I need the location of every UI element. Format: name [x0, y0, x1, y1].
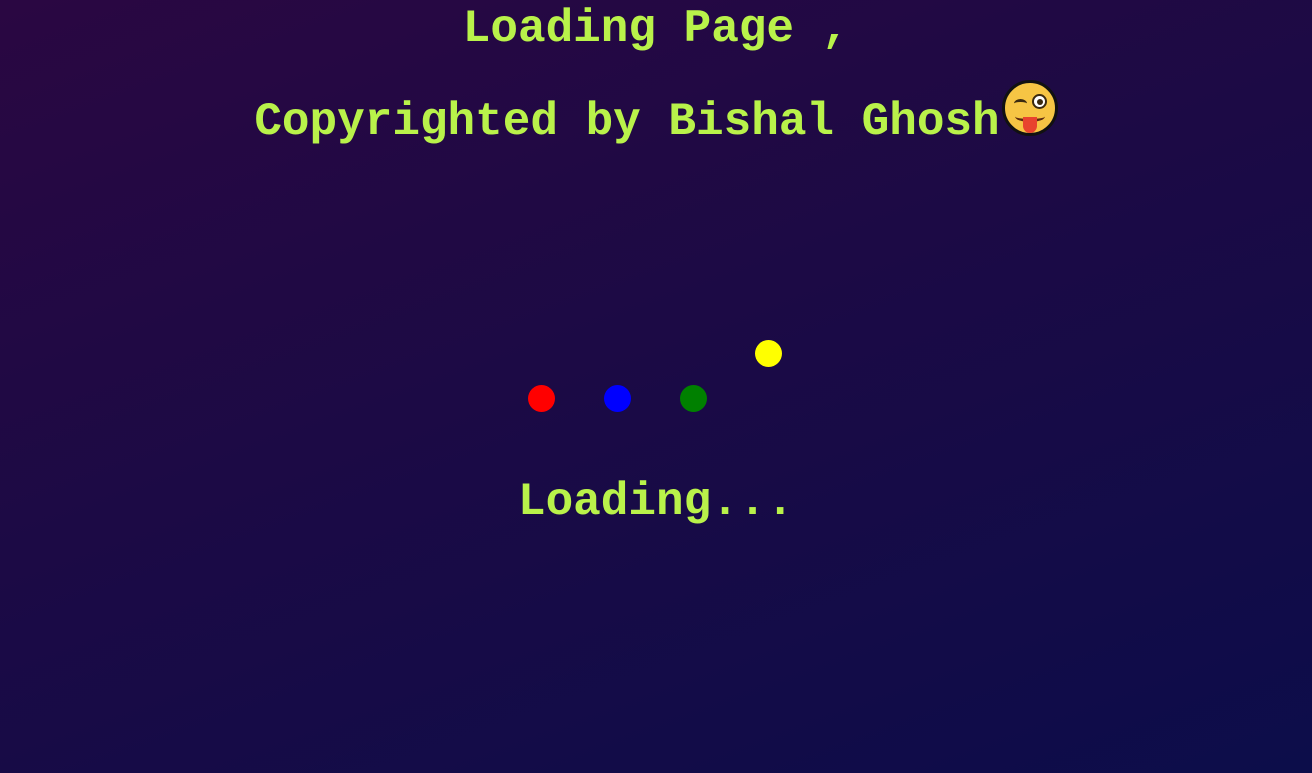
page-title: Loading Page ,	[462, 3, 850, 55]
winking-face-with-tongue-icon	[1001, 80, 1058, 136]
copyright-text: Copyrighted by Bishal Ghosh	[254, 96, 1000, 148]
loader-dot-yellow	[755, 340, 782, 367]
loader-dot-blue	[604, 385, 631, 412]
loader-dot-red	[528, 385, 555, 412]
copyright-line: Copyrighted by Bishal Ghosh	[0, 80, 1312, 154]
loader-dot-green	[680, 385, 707, 412]
loading-text: Loading...	[517, 476, 795, 528]
